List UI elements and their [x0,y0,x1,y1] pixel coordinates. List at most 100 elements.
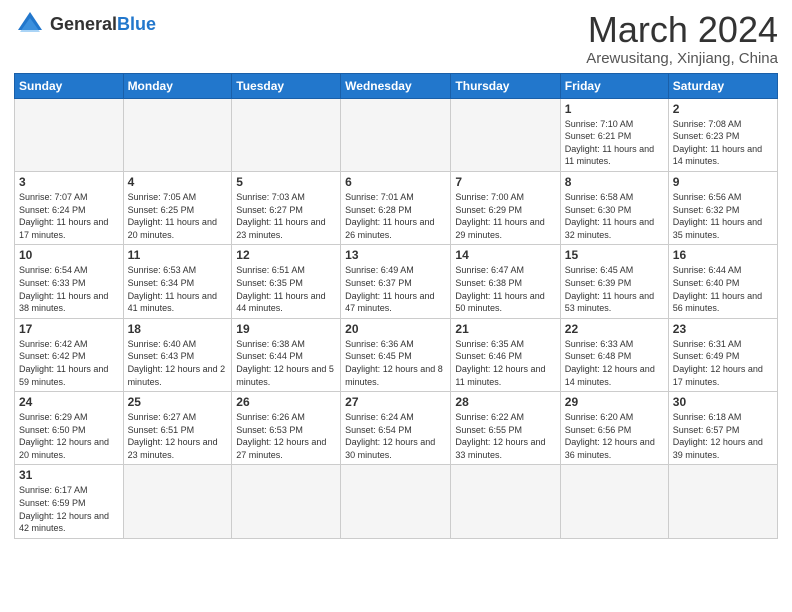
day-number: 11 [128,248,228,262]
logo-icon [14,10,46,38]
day-number: 3 [19,175,119,189]
calendar-header-sunday: Sunday [15,73,124,98]
day-info: Sunrise: 6:38 AM Sunset: 6:44 PM Dayligh… [236,338,336,388]
title-month: March 2024 [586,10,778,50]
calendar-cell: 22Sunrise: 6:33 AM Sunset: 6:48 PM Dayli… [560,318,668,391]
calendar-cell: 9Sunrise: 6:56 AM Sunset: 6:32 PM Daylig… [668,171,777,244]
calendar-cell: 16 Sunrise: 6:44 AM Sunset: 6:40 PM Dayli… [668,245,777,318]
day-info: Sunrise: 6:29 AM Sunset: 6:50 PM Dayligh… [19,411,119,461]
day-info: Sunrise: 6:24 AM Sunset: 6:54 PM Dayligh… [345,411,446,461]
calendar-cell: 2 Sunrise: 7:08 AM Sunset: 6:23 PM Daylig… [668,98,777,171]
calendar-cell [451,98,560,171]
calendar-week-2: 10 Sunrise: 6:54 AM Sunset: 6:33 PM Dayli… [15,245,778,318]
day-info: Sunrise: 6:42 AM Sunset: 6:42 PM Dayligh… [19,338,119,388]
day-info: Sunrise: 7:03 AM Sunset: 6:27 PM Dayligh… [236,191,336,241]
calendar-cell [15,98,124,171]
calendar-cell: 26Sunrise: 6:26 AM Sunset: 6:53 PM Dayli… [232,392,341,465]
calendar-week-3: 17 Sunrise: 6:42 AM Sunset: 6:42 PM Dayli… [15,318,778,391]
calendar-cell [341,98,451,171]
day-info: Sunrise: 7:10 AM Sunset: 6:21 PM Dayligh… [565,118,664,168]
calendar-cell: 14 Sunrise: 6:47 AM Sunset: 6:38 PM Dayli… [451,245,560,318]
day-info: Sunrise: 7:07 AM Sunset: 6:24 PM Dayligh… [19,191,119,241]
day-number: 14 [455,248,555,262]
calendar-week-4: 24Sunrise: 6:29 AM Sunset: 6:50 PM Dayli… [15,392,778,465]
day-info: Sunrise: 7:08 AM Sunset: 6:23 PM Dayligh… [673,118,773,168]
calendar-cell: 8 Sunrise: 6:58 AM Sunset: 6:30 PM Daylig… [560,171,668,244]
calendar-cell: 3 Sunrise: 7:07 AM Sunset: 6:24 PM Daylig… [15,171,124,244]
calendar-cell: 24Sunrise: 6:29 AM Sunset: 6:50 PM Dayli… [15,392,124,465]
day-info: Sunrise: 6:18 AM Sunset: 6:57 PM Dayligh… [673,411,773,461]
calendar-cell: 27Sunrise: 6:24 AM Sunset: 6:54 PM Dayli… [341,392,451,465]
calendar-cell: 6 Sunrise: 7:01 AM Sunset: 6:28 PM Daylig… [341,171,451,244]
day-number: 2 [673,102,773,116]
calendar-header-tuesday: Tuesday [232,73,341,98]
calendar-cell: 17 Sunrise: 6:42 AM Sunset: 6:42 PM Dayli… [15,318,124,391]
calendar-header-row: SundayMondayTuesdayWednesdayThursdayFrid… [15,73,778,98]
day-info: Sunrise: 6:47 AM Sunset: 6:38 PM Dayligh… [455,264,555,314]
day-info: Sunrise: 7:05 AM Sunset: 6:25 PM Dayligh… [128,191,228,241]
calendar-cell: 7 Sunrise: 7:00 AM Sunset: 6:29 PM Daylig… [451,171,560,244]
calendar-cell: 10 Sunrise: 6:54 AM Sunset: 6:33 PM Dayli… [15,245,124,318]
day-number: 17 [19,322,119,336]
calendar-cell [451,465,560,538]
day-number: 13 [345,248,446,262]
day-number: 6 [345,175,446,189]
calendar-header-saturday: Saturday [668,73,777,98]
day-info: Sunrise: 6:17 AM Sunset: 6:59 PM Dayligh… [19,484,119,534]
title-location: Arewusitang, Xinjiang, China [586,50,778,67]
calendar-cell [232,465,341,538]
calendar-cell: 23Sunrise: 6:31 AM Sunset: 6:49 PM Dayli… [668,318,777,391]
calendar-cell: 18Sunrise: 6:40 AM Sunset: 6:43 PM Dayli… [123,318,232,391]
day-info: Sunrise: 6:45 AM Sunset: 6:39 PM Dayligh… [565,264,664,314]
calendar-header-thursday: Thursday [451,73,560,98]
day-info: Sunrise: 6:27 AM Sunset: 6:51 PM Dayligh… [128,411,228,461]
calendar-cell: 4 Sunrise: 7:05 AM Sunset: 6:25 PM Daylig… [123,171,232,244]
day-number: 4 [128,175,228,189]
calendar-week-5: 31 Sunrise: 6:17 AM Sunset: 6:59 PM Dayli… [15,465,778,538]
calendar-cell: 5 Sunrise: 7:03 AM Sunset: 6:27 PM Daylig… [232,171,341,244]
calendar-header-monday: Monday [123,73,232,98]
calendar-week-0: 1 Sunrise: 7:10 AM Sunset: 6:21 PM Daylig… [15,98,778,171]
day-info: Sunrise: 6:53 AM Sunset: 6:34 PM Dayligh… [128,264,228,314]
day-number: 26 [236,395,336,409]
day-number: 5 [236,175,336,189]
day-number: 23 [673,322,773,336]
header: GeneralBlue March 2024 Arewusitang, Xinj… [14,10,778,67]
day-number: 18 [128,322,228,336]
calendar-cell [668,465,777,538]
page: GeneralBlue March 2024 Arewusitang, Xinj… [0,0,792,612]
logo: GeneralBlue [14,10,156,38]
day-info: Sunrise: 7:01 AM Sunset: 6:28 PM Dayligh… [345,191,446,241]
day-info: Sunrise: 7:00 AM Sunset: 6:29 PM Dayligh… [455,191,555,241]
day-info: Sunrise: 6:44 AM Sunset: 6:40 PM Dayligh… [673,264,773,314]
calendar-cell: 20Sunrise: 6:36 AM Sunset: 6:45 PM Dayli… [341,318,451,391]
day-number: 19 [236,322,336,336]
calendar-header-wednesday: Wednesday [341,73,451,98]
calendar-cell: 19 Sunrise: 6:38 AM Sunset: 6:44 PM Dayli… [232,318,341,391]
day-number: 8 [565,175,664,189]
calendar-cell: 21Sunrise: 6:35 AM Sunset: 6:46 PM Dayli… [451,318,560,391]
day-number: 1 [565,102,664,116]
day-number: 29 [565,395,664,409]
day-info: Sunrise: 6:51 AM Sunset: 6:35 PM Dayligh… [236,264,336,314]
calendar-cell [123,465,232,538]
day-number: 16 [673,248,773,262]
calendar-cell: 25Sunrise: 6:27 AM Sunset: 6:51 PM Dayli… [123,392,232,465]
day-info: Sunrise: 6:22 AM Sunset: 6:55 PM Dayligh… [455,411,555,461]
calendar-table: SundayMondayTuesdayWednesdayThursdayFrid… [14,73,778,539]
calendar-cell: 12Sunrise: 6:51 AM Sunset: 6:35 PM Dayli… [232,245,341,318]
day-number: 21 [455,322,555,336]
day-number: 7 [455,175,555,189]
calendar-cell [232,98,341,171]
day-info: Sunrise: 6:54 AM Sunset: 6:33 PM Dayligh… [19,264,119,314]
calendar-cell [341,465,451,538]
day-number: 10 [19,248,119,262]
day-info: Sunrise: 6:58 AM Sunset: 6:30 PM Dayligh… [565,191,664,241]
calendar-header-friday: Friday [560,73,668,98]
calendar-cell: 29Sunrise: 6:20 AM Sunset: 6:56 PM Dayli… [560,392,668,465]
day-number: 31 [19,468,119,482]
title-block: March 2024 Arewusitang, Xinjiang, China [586,10,778,67]
calendar-cell: 15Sunrise: 6:45 AM Sunset: 6:39 PM Dayli… [560,245,668,318]
day-number: 28 [455,395,555,409]
day-info: Sunrise: 6:56 AM Sunset: 6:32 PM Dayligh… [673,191,773,241]
